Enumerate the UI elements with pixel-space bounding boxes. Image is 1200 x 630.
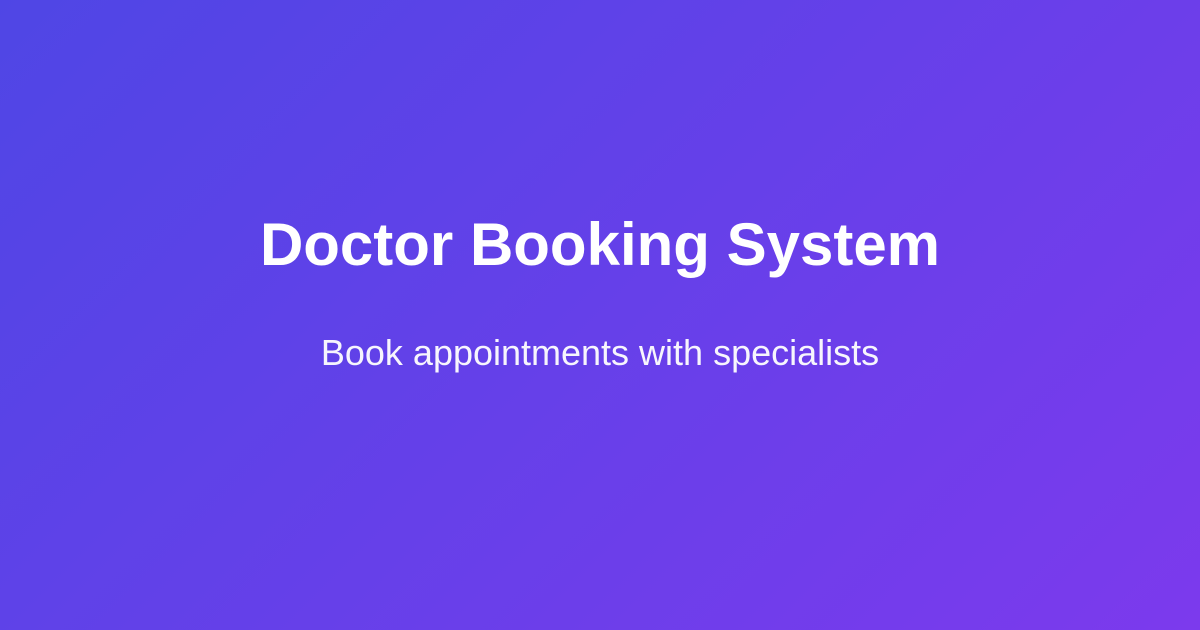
page-title: Doctor Booking System <box>259 211 941 278</box>
page-subtitle: Book appointments with specialists <box>320 332 880 373</box>
hero-banner: Doctor Booking System Book appointments … <box>0 0 1200 630</box>
